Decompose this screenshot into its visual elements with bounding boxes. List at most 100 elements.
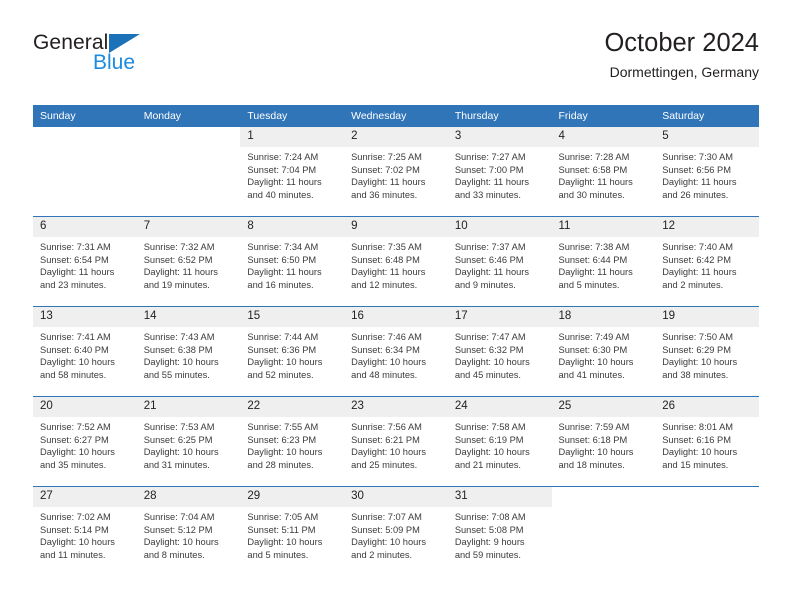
day-info-line: Sunset: 6:27 PM (40, 434, 109, 445)
calendar-cell[interactable]: 23 Sunrise: 7:56 AM Sunset: 6:21 PM Dayligh… (344, 396, 448, 487)
day-info-line: Sunrise: 7:56 AM (351, 422, 422, 432)
day-info-line: Sunset: 6:32 PM (454, 344, 524, 355)
day-number: 22 (240, 397, 345, 417)
day-info-line: Sunrise: 7:44 AM (247, 332, 319, 342)
day-info-line: Sunset: 6:40 PM (40, 344, 109, 355)
day-info-line: Daylight: 11 hours (247, 177, 322, 188)
calendar-cell[interactable]: 19 Sunrise: 7:50 AM Sunset: 6:29 PM Dayligh… (655, 306, 759, 397)
calendar-cell[interactable]: 27 Sunrise: 7:02 AM Sunset: 5:14 PM Dayligh… (33, 487, 137, 577)
calendar-cell[interactable]: 31 Sunrise: 7:08 AM Sunset: 5:08 PM Dayligh… (447, 487, 552, 577)
calendar-cell[interactable]: 5 Sunrise: 7:30 AM Sunset: 6:56 PM Daylight… (655, 127, 759, 217)
calendar-cell[interactable]: 20 Sunrise: 7:52 AM Sunset: 6:27 PM Dayligh… (33, 396, 137, 487)
calendar-cell[interactable]: 10 Sunrise: 7:37 AM Sunset: 6:46 PM Dayligh… (447, 216, 552, 307)
day-info-line: Daylight: 11 hours (558, 177, 633, 188)
calendar-cell[interactable]: 18 Sunrise: 7:49 AM Sunset: 6:30 PM Dayligh… (551, 306, 656, 397)
day-cell (33, 127, 137, 216)
day-info-line: and 41 minutes. (558, 369, 625, 380)
day-info-line: Sunset: 5:11 PM (247, 524, 316, 535)
day-number: 16 (344, 307, 448, 327)
day-info-line: Daylight: 11 hours (662, 177, 737, 188)
day-cell: 27 Sunrise: 7:02 AM Sunset: 5:14 PM Dayligh… (33, 487, 137, 576)
calendar-cell[interactable]: 28 Sunrise: 7:04 AM Sunset: 5:12 PM Dayligh… (136, 487, 241, 577)
calendar-cell[interactable]: 4 Sunrise: 7:28 AM Sunset: 6:58 PM Daylight… (551, 127, 656, 217)
day-info-line: Sunset: 7:04 PM (247, 164, 317, 175)
day-number: 27 (33, 487, 137, 507)
day-cell: 26 Sunrise: 8:01 AM Sunset: 6:16 PM Dayligh… (655, 397, 759, 486)
calendar-cell[interactable]: 3 Sunrise: 7:27 AM Sunset: 7:00 PM Daylight… (447, 127, 552, 217)
day-sun-info: Sunrise: 7:43 AM Sunset: 6:38 PM Daylight:… (137, 327, 241, 381)
day-info-line: Sunset: 6:25 PM (143, 434, 213, 445)
day-info-line: and 11 minutes. (40, 549, 106, 560)
calendar-cell[interactable]: 24 Sunrise: 7:58 AM Sunset: 6:19 PM Dayligh… (447, 396, 552, 487)
day-number: 5 (655, 127, 759, 147)
day-info-line: and 33 minutes. (454, 189, 521, 200)
day-number: 20 (33, 397, 137, 417)
day-number: 14 (136, 307, 241, 327)
day-number: 7 (136, 217, 241, 237)
day-info-line: Sunrise: 7:27 AM (454, 152, 526, 162)
calendar-cell[interactable]: 12 Sunrise: 7:40 AM Sunset: 6:42 PM Dayligh… (655, 216, 759, 307)
day-sun-info: Sunrise: 7:07 AM Sunset: 5:09 PM Daylight:… (344, 507, 448, 561)
day-sun-info: Sunrise: 7:08 AM Sunset: 5:08 PM Daylight:… (448, 507, 552, 561)
day-info-line: Daylight: 11 hours (143, 267, 218, 278)
calendar-cell[interactable]: 9 Sunrise: 7:35 AM Sunset: 6:48 PM Daylight… (344, 216, 448, 307)
calendar-cell[interactable]: 26 Sunrise: 8:01 AM Sunset: 6:16 PM Dayligh… (655, 396, 759, 487)
day-cell: 18 Sunrise: 7:49 AM Sunset: 6:30 PM Dayligh… (551, 307, 656, 396)
day-info-line: Sunrise: 7:59 AM (558, 422, 630, 432)
day-info-line: Sunset: 6:19 PM (454, 434, 524, 445)
calendar-page: General Blue October 2024 Dormettingen, … (0, 0, 792, 612)
weekday-header-sunday: Sunday (33, 105, 137, 127)
day-info-line: Daylight: 10 hours (454, 447, 530, 458)
calendar-cell[interactable]: 1 Sunrise: 7:24 AM Sunset: 7:04 PM Daylight… (240, 127, 345, 217)
day-info-line: Sunrise: 7:49 AM (558, 332, 630, 342)
day-number: 28 (136, 487, 241, 507)
calendar-cell[interactable]: 22 Sunrise: 7:55 AM Sunset: 6:23 PM Dayligh… (240, 396, 345, 487)
day-info-line: Sunrise: 7:52 AM (40, 422, 111, 432)
day-info-line: Sunset: 6:44 PM (558, 254, 628, 265)
day-info-line: Sunrise: 7:07 AM (351, 512, 422, 522)
day-sun-info: Sunrise: 7:02 AM Sunset: 5:14 PM Daylight:… (33, 507, 137, 561)
day-info-line: Sunset: 6:46 PM (454, 254, 524, 265)
calendar-cell[interactable]: 30 Sunrise: 7:07 AM Sunset: 5:09 PM Dayligh… (344, 487, 448, 577)
day-number: 1 (240, 127, 345, 147)
day-number: 8 (240, 217, 345, 237)
calendar-cell[interactable]: 21 Sunrise: 7:53 AM Sunset: 6:25 PM Dayligh… (136, 396, 241, 487)
day-number: 31 (447, 487, 552, 507)
day-info-line: and 30 minutes. (558, 189, 625, 200)
day-info-line: Sunset: 6:21 PM (351, 434, 420, 445)
calendar-cell[interactable]: 17 Sunrise: 7:47 AM Sunset: 6:32 PM Dayligh… (447, 306, 552, 397)
day-info-line: Daylight: 10 hours (247, 447, 323, 458)
calendar-cell[interactable]: 2 Sunrise: 7:25 AM Sunset: 7:02 PM Daylight… (344, 127, 448, 217)
day-info-line: Daylight: 11 hours (454, 267, 530, 278)
calendar-week-row: 20 Sunrise: 7:52 AM Sunset: 6:27 PM Dayligh… (33, 396, 759, 487)
page-subtitle: Dormettingen, Germany (609, 64, 759, 80)
calendar-cell[interactable]: 7 Sunrise: 7:32 AM Sunset: 6:52 PM Daylight… (136, 216, 241, 307)
day-info-line: Sunset: 6:16 PM (662, 434, 731, 445)
calendar-cell[interactable]: 11 Sunrise: 7:38 AM Sunset: 6:44 PM Dayligh… (551, 216, 656, 307)
calendar-cell[interactable]: 8 Sunrise: 7:34 AM Sunset: 6:50 PM Daylight… (240, 216, 345, 307)
day-info-line: Sunset: 6:18 PM (558, 434, 628, 445)
day-cell: 21 Sunrise: 7:53 AM Sunset: 6:25 PM Dayligh… (136, 397, 241, 486)
day-sun-info: Sunrise: 7:38 AM Sunset: 6:44 PM Daylight:… (552, 237, 656, 291)
day-cell: 11 Sunrise: 7:38 AM Sunset: 6:44 PM Dayligh… (551, 217, 656, 306)
day-info-line: and 2 minutes. (662, 279, 724, 290)
day-number: 23 (344, 397, 448, 417)
day-cell: 10 Sunrise: 7:37 AM Sunset: 6:46 PM Dayligh… (447, 217, 552, 306)
day-cell: 12 Sunrise: 7:40 AM Sunset: 6:42 PM Dayligh… (655, 217, 759, 306)
calendar-cell[interactable]: 29 Sunrise: 7:05 AM Sunset: 5:11 PM Dayligh… (240, 487, 345, 577)
calendar-cell[interactable]: 15 Sunrise: 7:44 AM Sunset: 6:36 PM Dayligh… (240, 306, 345, 397)
day-sun-info: Sunrise: 7:41 AM Sunset: 6:40 PM Daylight:… (33, 327, 137, 381)
day-cell: 6 Sunrise: 7:31 AM Sunset: 6:54 PM Daylight… (33, 217, 137, 306)
day-info-line: Sunset: 6:50 PM (247, 254, 317, 265)
calendar-cell[interactable]: 13 Sunrise: 7:41 AM Sunset: 6:40 PM Dayligh… (33, 306, 137, 397)
day-info-line: Sunrise: 8:01 AM (662, 422, 734, 432)
day-number: 4 (551, 127, 656, 147)
day-cell (552, 487, 656, 576)
calendar-cell[interactable]: 25 Sunrise: 7:59 AM Sunset: 6:18 PM Dayligh… (551, 396, 656, 487)
calendar-cell[interactable]: 16 Sunrise: 7:46 AM Sunset: 6:34 PM Dayligh… (344, 306, 448, 397)
day-info-line: Sunrise: 7:32 AM (143, 242, 215, 252)
day-info-line: Sunrise: 7:40 AM (662, 242, 734, 252)
calendar-cell[interactable]: 6 Sunrise: 7:31 AM Sunset: 6:54 PM Daylight… (33, 216, 137, 307)
calendar-cell[interactable]: 14 Sunrise: 7:43 AM Sunset: 6:38 PM Dayligh… (136, 306, 241, 397)
day-info-line: Daylight: 10 hours (40, 447, 115, 458)
